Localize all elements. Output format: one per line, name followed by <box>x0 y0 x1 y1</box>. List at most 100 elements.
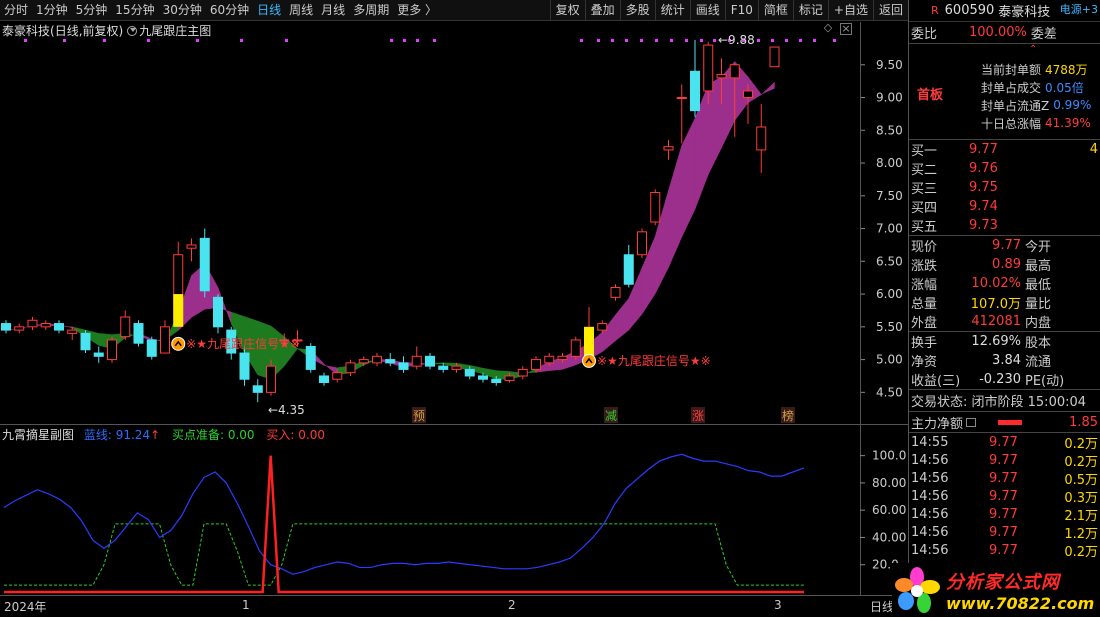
blue-line <box>3 453 805 575</box>
period-tab[interactable]: 分时 <box>0 0 32 21</box>
info-row: 当前封单额 4788万 <box>981 60 1100 78</box>
stat-label: 总量 <box>911 297 938 312</box>
period-tab[interactable]: 多周期 <box>349 0 393 21</box>
toolbar-button[interactable]: 叠加 <box>584 0 620 21</box>
stats-block-2: 换手 12.69% 股本 净资 3.84 流通 收益(三) -0.230 PE(动) <box>909 332 1100 390</box>
top-dot <box>655 39 658 42</box>
toolbar-button[interactable]: 统计 <box>654 0 690 21</box>
tick-price: 9.77 <box>989 452 1018 468</box>
bid-row[interactable]: 买三 9.75 <box>909 178 1100 197</box>
top-dot <box>611 39 614 42</box>
tick-time: 14:56 <box>911 524 949 540</box>
info-row: 封单占流通Z 0.99% <box>981 96 1100 114</box>
candle-body <box>398 362 409 370</box>
candle-body <box>146 339 157 357</box>
info-label: 十日总涨幅 <box>981 116 1042 131</box>
stat-value: -0.230 <box>979 372 1021 387</box>
candle-body <box>504 375 515 382</box>
candle-body <box>743 90 753 99</box>
info-value: 4788万 <box>1045 62 1088 77</box>
top-dot <box>670 39 673 42</box>
toolbar-button[interactable]: 简框 <box>757 0 793 21</box>
toolbar-button[interactable]: 复权 <box>549 0 585 21</box>
stat-value: 107.0万 <box>970 297 1021 312</box>
price-tick-label: 5.00 <box>876 353 903 367</box>
toolbar-button[interactable]: 标记 <box>792 0 828 21</box>
stat-value: 10.02% <box>971 276 1021 291</box>
top-dot <box>799 39 802 42</box>
stat-value: 9.77 <box>992 238 1021 253</box>
candle-body <box>756 126 767 151</box>
signal-bar <box>173 294 184 327</box>
price-tick-label: 6.50 <box>876 254 903 268</box>
tick-list[interactable]: 14:55 9.77 0.2万 14:56 9.77 0.2万 14:56 9.77 0.5万 1… <box>909 433 1100 560</box>
candle-body <box>478 375 488 380</box>
period-tab[interactable]: 60分钟 <box>206 0 253 21</box>
bid-row[interactable]: 买五 9.73 <box>909 216 1100 235</box>
top-dot <box>700 39 703 42</box>
period-label[interactable]: 日线 <box>870 598 894 615</box>
bid-row[interactable]: 买二 9.76 <box>909 159 1100 178</box>
ribbon-segment <box>747 76 762 104</box>
stock-code: 600590 <box>944 3 995 18</box>
first-board-label: 首板 <box>917 88 944 103</box>
high-price-label: ←9.88 <box>718 33 755 47</box>
r-badge: R <box>931 4 939 17</box>
top-dot <box>240 39 243 42</box>
candle-body <box>438 365 449 370</box>
price-tick-label: 7.00 <box>876 222 903 236</box>
period-tab[interactable]: 15分钟 <box>111 0 158 21</box>
bid-label: 买二 <box>911 163 938 178</box>
collapse-icon[interactable]: ⌃ <box>1029 44 1037 55</box>
toolbar-button[interactable]: 多股 <box>619 0 655 21</box>
event-marker: 涨 <box>692 408 704 423</box>
period-tab[interactable]: 日线 <box>253 0 285 21</box>
brand-url[interactable]: www.70822.com <box>946 594 1094 613</box>
candle-body <box>464 368 475 377</box>
stat-label: 净资 <box>911 355 938 370</box>
source-tag[interactable]: 电源+3 <box>1060 1 1098 17</box>
sub-tick-label: 40.00 <box>872 530 906 544</box>
top-dot <box>24 39 27 42</box>
bid-row[interactable]: 买一 9.77 4 <box>909 140 1100 159</box>
tick-time: 14:56 <box>911 488 949 504</box>
toolbar-button[interactable]: 画线 <box>689 0 725 21</box>
candle-body <box>570 339 581 357</box>
period-tab[interactable]: 更多 〉 <box>393 0 441 21</box>
period-tab[interactable]: 月线 <box>317 0 349 21</box>
x-label-month-3: 3 <box>774 598 782 612</box>
bid-row[interactable]: 买四 9.74 <box>909 197 1100 216</box>
period-tab[interactable]: 30分钟 <box>159 0 206 21</box>
candle-body <box>676 97 687 100</box>
tick-price: 9.77 <box>989 488 1018 504</box>
period-tab[interactable]: 周线 <box>285 0 317 21</box>
toolbar-button[interactable]: +自选 <box>827 0 873 21</box>
tick-volume: 0.2万 <box>1064 436 1098 452</box>
signal-marker: ※★九尾跟庄信号★※ <box>171 336 300 351</box>
toolbar-button[interactable]: 返回 <box>872 0 908 21</box>
stock-name-panel: 泰豪科技 <box>998 5 1051 20</box>
top-dot <box>403 39 406 42</box>
bid-price: 9.73 <box>969 218 998 233</box>
stat-row: 总量 107.0万 量比 <box>909 293 1100 312</box>
top-dot <box>757 39 760 42</box>
stat-value: 0.89 <box>992 257 1021 272</box>
stat-label-2: 内盘 <box>1025 316 1052 331</box>
candlestick-chart[interactable]: ※★九尾跟庄信号★※ ※★九尾跟庄信号★※ ←9.88 ←4.35 预 减 涨 榜 9.50 9.… <box>0 22 908 424</box>
toolbar-button[interactable]: F10 <box>724 0 758 21</box>
green-line <box>4 523 804 586</box>
candle-body <box>345 362 356 374</box>
signal-text: ※★九尾跟庄信号★※ <box>186 336 300 351</box>
candle-body <box>107 339 117 361</box>
flow-toggle-icon[interactable] <box>966 417 977 427</box>
period-tab[interactable]: 1分钟 <box>32 0 72 21</box>
top-dot <box>640 39 643 42</box>
bid-label: 买一 <box>911 144 938 159</box>
top-dot <box>196 39 199 42</box>
candle-body <box>650 192 661 223</box>
price-tick-label: 8.00 <box>876 156 903 170</box>
period-tab[interactable]: 5分钟 <box>72 0 112 21</box>
ribbon-segment <box>602 314 616 353</box>
sub-indicator-chart[interactable]: 100.080.0060.0040.0020.0 <box>0 424 908 595</box>
price-tick-label: 4.50 <box>876 385 903 399</box>
